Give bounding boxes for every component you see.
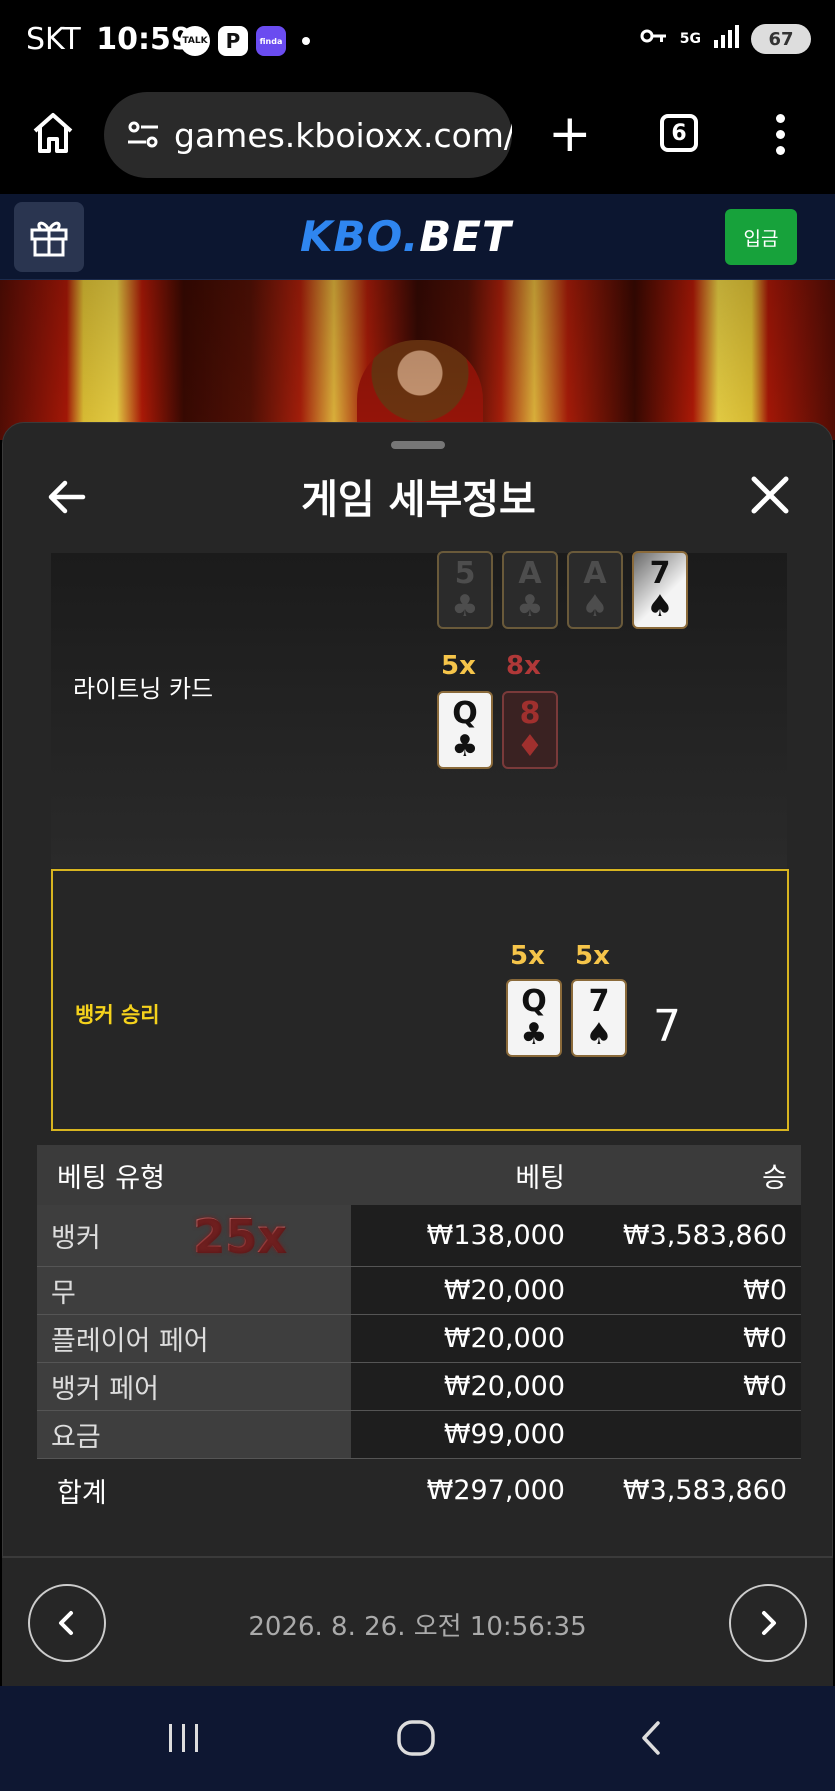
key-icon — [640, 26, 668, 52]
signal-icon — [713, 24, 739, 54]
bet-amount: ₩20,000 — [443, 1371, 565, 1402]
drawn-card: A ♣ — [502, 551, 558, 629]
carrier-label: SKT — [26, 22, 81, 57]
gift-icon[interactable] — [14, 202, 84, 272]
table-row: 플레이어 페어 ₩20,000 ₩0 — [37, 1315, 801, 1363]
win-amount: ₩0 — [743, 1371, 787, 1402]
next-round-button[interactable] — [729, 1584, 807, 1662]
result-panel: 뱅커 승리 5x 5x Q ♣ 7 ♠ 7 — [51, 869, 789, 1131]
drawn-card-highlight: 7 ♠ — [632, 551, 688, 629]
live-video-feed — [0, 280, 835, 440]
battery-level: 67 — [768, 28, 794, 50]
network-5g-icon: 5G — [679, 31, 701, 47]
table-total-row: 합계 ₩297,000 ₩3,583,860 — [37, 1459, 801, 1521]
more-menu-icon[interactable] — [776, 114, 788, 162]
lightning-cards-label: 라이트닝 카드 — [73, 675, 214, 703]
win-amount: ₩3,583,860 — [622, 1220, 787, 1251]
header-bet-type: 베팅 유형 — [57, 1162, 165, 1194]
header-win: 승 — [762, 1162, 787, 1194]
total-bet: ₩297,000 — [426, 1474, 565, 1506]
lightning-card: Q ♣ — [437, 691, 493, 769]
system-navigation-bar — [0, 1686, 835, 1791]
bet-amount: ₩20,000 — [443, 1275, 565, 1306]
logo-bet: BET — [419, 212, 512, 261]
round-navigation: 2026. 8. 26. 오전 10:56:35 — [2, 1556, 833, 1686]
header-bet: 베팅 — [515, 1162, 565, 1194]
battery-icon: 67 — [751, 24, 811, 54]
tab-switcher-button[interactable]: 6 — [660, 114, 698, 152]
new-tab-icon[interactable]: + — [548, 108, 592, 160]
result-label: 뱅커 승리 — [75, 1003, 160, 1027]
bet-amount: ₩20,000 — [443, 1323, 565, 1354]
home-icon[interactable] — [30, 110, 76, 156]
table-header: 베팅 유형 베팅 승 — [37, 1145, 801, 1205]
lightning-multiplier: 5x — [441, 651, 476, 681]
chevron-right-icon — [762, 1611, 776, 1635]
bet-type: 요금 — [37, 1411, 351, 1458]
bet-type: 뱅커 페어 — [37, 1363, 351, 1410]
status-indicators: 5G 67 — [640, 24, 811, 54]
logo-kbo: KBO. — [300, 212, 420, 261]
bet-amount: ₩99,000 — [443, 1419, 565, 1450]
banker-card-multiplier: 5x — [510, 941, 545, 971]
lightning-cards-panel: 5 ♣ A ♣ A ♠ 7 ♠ 라이트닝 카드 5x 8x Q ♣ 8 ♦ — [51, 551, 787, 868]
table-row: 뱅커 페어 ₩20,000 ₩0 — [37, 1363, 801, 1411]
sheet-title: 게임 세부정보 — [301, 477, 536, 523]
game-details-sheet: 게임 세부정보 5 ♣ A ♣ A ♠ 7 ♠ 라이트닝 카드 5x 8x Q ♣ 8 ♦ … — [2, 422, 833, 1686]
banker-card: 7 ♠ — [571, 979, 627, 1057]
banker-card-multiplier: 5x — [575, 941, 610, 971]
lightning-multiplier: 8x — [506, 651, 541, 681]
sheet-grabber[interactable] — [391, 441, 445, 449]
site-settings-icon[interactable] — [124, 115, 164, 155]
banker-card: Q ♣ — [506, 979, 562, 1057]
table-row: 요금 ₩99,000 — [37, 1411, 801, 1459]
back-nav-icon[interactable] — [636, 1720, 666, 1760]
table-row: 뱅커 25x ₩138,000 ₩3,583,860 — [37, 1205, 801, 1267]
url-text: games.kboioxx.com/ — [174, 115, 512, 155]
drawn-card: A ♠ — [567, 551, 623, 629]
site-logo[interactable]: KBO.BET — [300, 212, 512, 261]
total-win: ₩3,583,860 — [622, 1474, 787, 1506]
finda-icon: finda — [256, 26, 286, 56]
kakaotalk-icon: TALK — [180, 26, 210, 56]
site-header: KBO.BET 입금 — [0, 194, 835, 280]
home-nav-icon[interactable] — [396, 1720, 436, 1760]
tab-count: 6 — [671, 120, 687, 146]
bet-type: 무 — [37, 1267, 351, 1314]
lightning-card: 8 ♦ — [502, 691, 558, 769]
browser-toolbar: games.kboioxx.com/ + 6 — [0, 82, 835, 192]
banker-total: 7 — [653, 1001, 681, 1052]
table-row: 무 ₩20,000 ₩0 — [37, 1267, 801, 1315]
bet-table: 베팅 유형 베팅 승 뱅커 25x ₩138,000 ₩3,583,860 무 … — [37, 1145, 801, 1521]
win-amount: ₩0 — [743, 1323, 787, 1354]
banker-multiplier: 25x — [192, 1208, 287, 1263]
total-label: 합계 — [57, 1477, 107, 1509]
notification-icons: TALK P finda — [180, 26, 310, 56]
bet-type: 뱅커 — [51, 1223, 101, 1254]
clock: 10:59 — [96, 22, 192, 57]
deposit-button[interactable]: 입금 — [725, 209, 797, 265]
status-bar: SKT 10:59 TALK P finda 5G 67 — [0, 0, 835, 82]
more-notifications-dot — [302, 37, 310, 45]
status-time: SKT 10:59 — [26, 22, 192, 57]
p-app-icon: P — [218, 26, 248, 56]
address-bar[interactable]: games.kboioxx.com/ — [104, 92, 512, 178]
close-icon[interactable] — [748, 473, 792, 517]
win-amount: ₩0 — [743, 1275, 787, 1306]
bet-type: 플레이어 페어 — [37, 1315, 351, 1362]
drawn-card: 5 ♣ — [437, 551, 493, 629]
recent-apps-icon[interactable] — [166, 1720, 202, 1760]
bet-amount: ₩138,000 — [426, 1220, 565, 1251]
round-datetime: 2026. 8. 26. 오전 10:56:35 — [248, 1612, 587, 1642]
